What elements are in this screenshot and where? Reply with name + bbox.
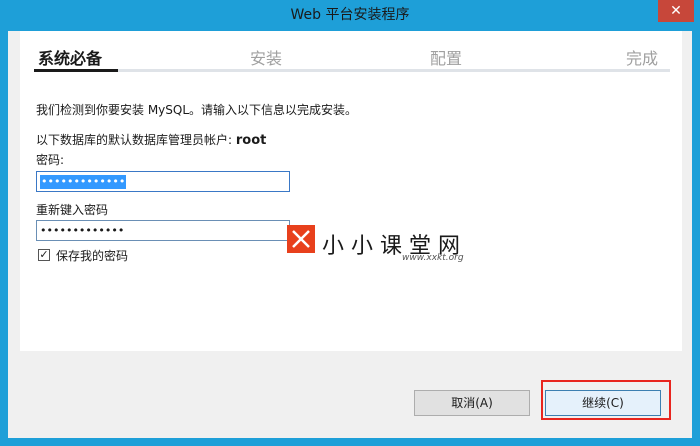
save-password-label: 保存我的密码 xyxy=(56,249,129,263)
title-bar[interactable]: Web 平台安装程序 ✕ xyxy=(0,0,700,31)
watermark-logo-icon xyxy=(287,225,315,253)
close-icon: ✕ xyxy=(670,3,682,19)
installer-window: Web 平台安装程序 ✕ 系统必备 安装 配置 完成 我们检测到你要安装 MyS… xyxy=(0,0,700,446)
save-password-checkbox[interactable]: ✓ xyxy=(38,249,50,261)
step-install: 安装 xyxy=(250,49,283,68)
step-configure: 配置 xyxy=(430,49,463,68)
continue-highlight-box xyxy=(541,380,671,420)
confirm-password-value: ••••••••••••• xyxy=(40,224,125,237)
intro-text: 我们检测到你要安装 MySQL。请输入以下信息以完成安装。 xyxy=(36,103,358,117)
step-prerequisites: 系统必备 xyxy=(38,49,103,68)
step-line-prerequisites xyxy=(34,69,118,72)
admin-account-text: 以下数据库的默认数据库管理员帐户: xyxy=(36,133,233,147)
window-title: Web 平台安装程序 xyxy=(290,7,410,23)
confirm-password-field[interactable]: ••••••••••••• xyxy=(36,220,290,241)
close-button[interactable]: ✕ xyxy=(658,0,694,22)
client-area: 系统必备 安装 配置 完成 我们检测到你要安装 MySQL。请输入以下信息以完成… xyxy=(8,31,692,438)
password-label: 密码: xyxy=(36,153,65,167)
admin-account-label: 以下数据库的默认数据库管理员帐户: root xyxy=(36,131,266,148)
checkmark-icon: ✓ xyxy=(39,248,49,261)
password-field[interactable]: ••••••••••••• xyxy=(36,171,290,192)
admin-user: root xyxy=(235,133,267,148)
step-finish: 完成 xyxy=(626,49,659,68)
confirm-password-label: 重新键入密码 xyxy=(36,203,109,217)
watermark-url: www.xxkt.org xyxy=(402,253,464,263)
content-panel: 系统必备 安装 配置 完成 我们检测到你要安装 MySQL。请输入以下信息以完成… xyxy=(20,31,682,351)
step-line-remaining xyxy=(118,69,670,72)
password-value: ••••••••••••• xyxy=(40,175,127,189)
step-indicator: 系统必备 安装 配置 完成 xyxy=(20,31,682,75)
cancel-button[interactable]: 取消(A) xyxy=(414,390,530,416)
